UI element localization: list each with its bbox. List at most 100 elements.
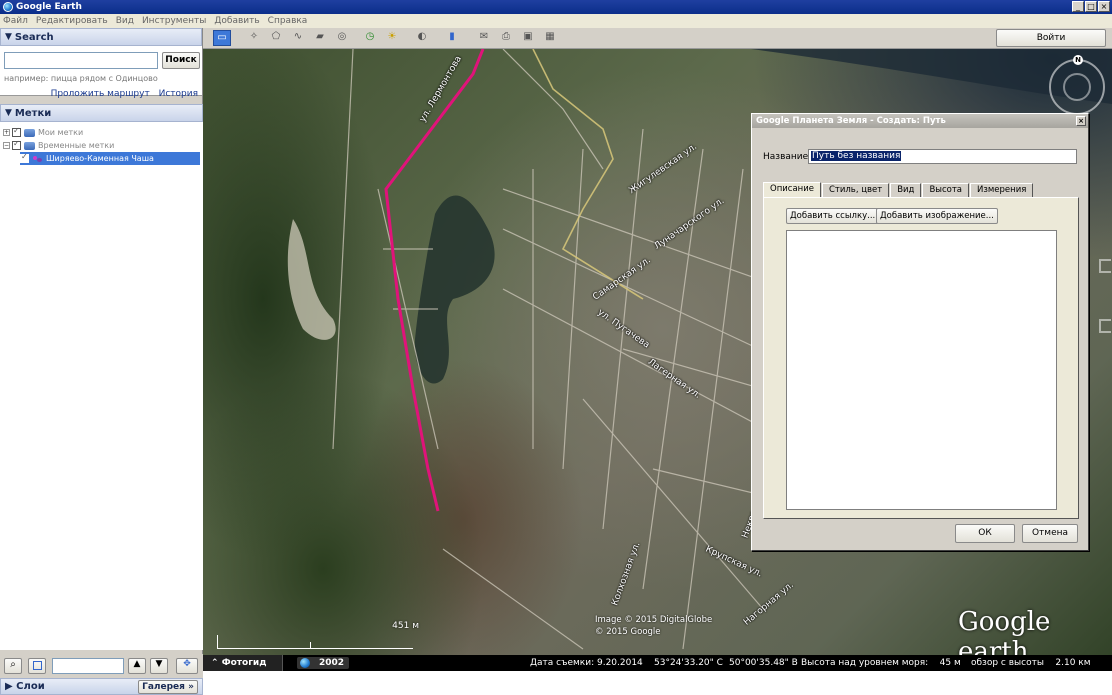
close-button[interactable]: × (1098, 1, 1110, 12)
main-toolbar: ▭ ✧ ⬠ ∿ ▰ ◎ ◷ ☀ ◐ ▮ ✉ ⎙ ▣ ▦ Войти (203, 28, 1112, 49)
record-icon: ◎ (337, 31, 347, 42)
status-bar: ⌃ Фотогид 2002 Дата съемки: 9.20.2014 53… (203, 655, 1112, 671)
tab-altitude[interactable]: Высота (922, 183, 970, 197)
add-link-button[interactable]: Добавить ссылку... (786, 208, 880, 224)
checkbox-shiryaevo[interactable] (20, 152, 29, 163)
cancel-button[interactable]: Отмена (1022, 524, 1078, 543)
tree-item-temporary-places[interactable]: − Временные метки (3, 139, 114, 152)
tree-item-my-places[interactable]: + Мои метки (3, 126, 83, 139)
overlay-icon: ▰ (316, 31, 324, 42)
add-image-button[interactable]: Добавить изображение... (876, 208, 998, 224)
places-bottom-toolbar: ⌕ ▲ ▼ ✥ (0, 654, 203, 678)
tree-item-shiryaevo-path[interactable]: Ширяево-Каменная Чаша (20, 152, 200, 165)
directions-link[interactable]: Проложить маршрут (51, 89, 150, 99)
nav-control-tick[interactable] (1099, 319, 1111, 333)
clock-globe-icon: ◷ (365, 31, 375, 42)
history-link[interactable]: История (159, 89, 198, 99)
toggle-panel-button[interactable] (28, 658, 46, 674)
historical-imagery-button[interactable]: ◷ (361, 30, 379, 46)
navigation-compass[interactable]: N (1049, 55, 1105, 115)
email-button[interactable]: ✉ (475, 30, 493, 46)
ruler-button[interactable]: ▮ (443, 30, 461, 46)
ok-button[interactable]: ОК (955, 524, 1015, 543)
latitude: 53°24'33.20" С (654, 658, 723, 668)
maps-button[interactable]: ▦ (541, 30, 559, 46)
title-bar: Google Earth _ □ × (0, 0, 1112, 14)
camera-icon: ▣ (523, 31, 533, 42)
nav-control-tick[interactable] (1099, 259, 1111, 273)
dialog-close-button[interactable]: × (1076, 116, 1086, 126)
name-input[interactable]: Путь без названия (808, 149, 1077, 164)
lake (414, 195, 495, 384)
tab-measurements[interactable]: Измерения (970, 183, 1034, 197)
add-overlay-button[interactable]: ▰ (311, 30, 329, 46)
imagery-date: Дата съемки: 9.20.2014 (530, 658, 643, 668)
tab-description[interactable]: Описание (763, 182, 821, 197)
path-icon (32, 155, 43, 163)
planets-button[interactable]: ◐ (413, 30, 431, 46)
dialog-title[interactable]: Google Планета Земля - Создать: Путь × (752, 114, 1088, 128)
search-input[interactable] (4, 52, 158, 69)
tour-button[interactable]: ✥ (176, 658, 198, 674)
record-tour-button[interactable]: ◎ (333, 30, 351, 46)
menu-tools[interactable]: Инструменты (142, 16, 206, 26)
polygon-icon: ⬠ (271, 31, 281, 42)
places-filter-input[interactable] (52, 658, 124, 674)
compass-north-marker: N (1073, 55, 1083, 65)
menu-edit[interactable]: Редактировать (36, 16, 108, 26)
minimize-button[interactable]: _ (1072, 1, 1084, 12)
window-bottom-area (203, 671, 1112, 695)
search-panel: ▼ Search Поиск например: пицца рядом с О… (0, 28, 202, 99)
checkbox-my-places[interactable] (12, 126, 21, 137)
historical-imagery-badge[interactable]: 2002 (297, 657, 349, 669)
add-placemark-button[interactable]: ✧ (245, 30, 263, 46)
path-tool-icon: ∿ (293, 31, 303, 42)
print-button[interactable]: ⎙ (497, 30, 515, 46)
menu-help[interactable]: Справка (268, 16, 308, 26)
longitude: 50°00'35.48" В (729, 658, 798, 668)
save-image-button[interactable]: ▣ (519, 30, 537, 46)
search-header[interactable]: ▼ Search (0, 28, 202, 46)
layers-bar[interactable]: ▶ Слои Галерея » (0, 678, 203, 695)
menu-file[interactable]: Файл (3, 16, 28, 26)
menu-view[interactable]: Вид (116, 16, 134, 26)
description-textarea[interactable] (786, 230, 1057, 510)
move-up-button[interactable]: ▲ (128, 658, 146, 674)
maximize-button[interactable]: □ (1085, 1, 1097, 12)
tab-view[interactable]: Вид (890, 183, 922, 197)
printer-icon: ⎙ (502, 31, 510, 42)
window-title: Google Earth (16, 2, 82, 12)
sidebar-toggle-button[interactable]: ▭ (213, 30, 231, 46)
gallery-button[interactable]: Галерея » (138, 680, 198, 694)
eye-altitude: обзор с высоты 2.10 км (971, 658, 1091, 668)
tab-style-color[interactable]: Стиль, цвет (821, 183, 890, 197)
menu-bar: Файл Редактировать Вид Инструменты Добав… (0, 14, 1112, 28)
menu-add[interactable]: Добавить (214, 16, 259, 26)
sidebar-icon: ▭ (217, 32, 227, 43)
add-polygon-button[interactable]: ⬠ (267, 30, 285, 46)
tour-guide-button[interactable]: ⌃ Фотогид (203, 655, 283, 671)
sign-in-button[interactable]: Войти (996, 29, 1106, 47)
globe-folder-icon (24, 128, 35, 137)
map-icon: ▦ (545, 31, 555, 42)
arrow-up-icon: ▲ (133, 659, 141, 669)
highlighted-road (532, 49, 644, 300)
up-chevron-icon: ⌃ (211, 658, 222, 668)
ruler-icon: ▮ (449, 31, 455, 42)
places-header[interactable]: ▼ Метки (0, 104, 203, 122)
tour-icon: ✥ (183, 659, 191, 669)
collapse-triangle-icon: ▼ (5, 108, 12, 118)
sidebar: ▼ Search Поиск например: пицца рядом с О… (0, 28, 203, 695)
checkbox-temporary-places[interactable] (12, 139, 21, 150)
scale-legend: 451 м (217, 621, 419, 649)
search-places-button[interactable]: ⌕ (4, 658, 22, 674)
move-down-button[interactable]: ▼ (150, 658, 168, 674)
add-path-button[interactable]: ∿ (289, 30, 307, 46)
expand-minus-icon[interactable]: − (3, 142, 10, 149)
sunlight-button[interactable]: ☀ (383, 30, 401, 46)
elevation: Высота над уровнем моря: 45 м (801, 658, 961, 668)
historical-clock-icon (300, 658, 310, 668)
expand-plus-icon[interactable]: + (3, 129, 10, 136)
search-button[interactable]: Поиск (162, 52, 200, 69)
imagery-copyright: Image © 2015 DigitalGlobe © 2015 Google (595, 615, 713, 637)
